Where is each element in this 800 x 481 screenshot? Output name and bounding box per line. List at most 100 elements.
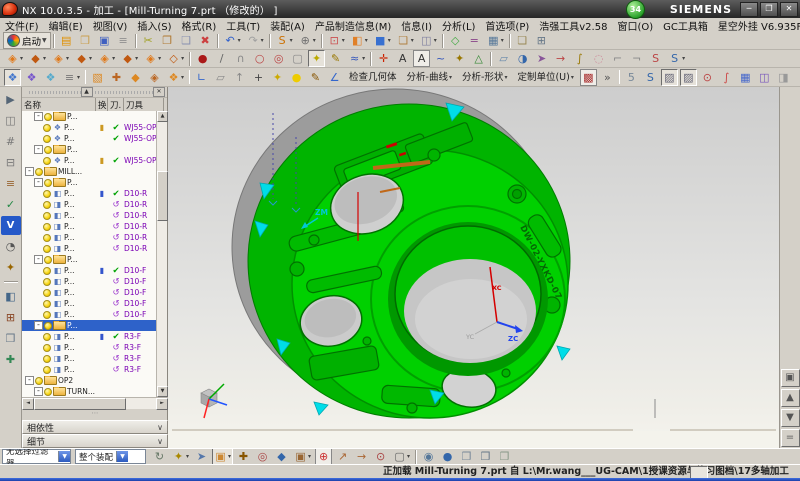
dropdown-arrow-icon[interactable]: ▼ [58,451,70,462]
cut-icon[interactable]: ✂ [140,32,157,49]
rect-select-icon[interactable]: ▢▾ [391,448,412,464]
wand-icon[interactable]: ✦▾ [170,448,191,464]
reuse-library-icon[interactable]: ≡ [1,174,21,193]
create-operation-icon[interactable]: ❖▾ [165,69,186,86]
menu-item-13[interactable]: 窗口(O) [612,18,658,33]
roles-icon[interactable]: ▶ [1,90,21,109]
cam-view-5-icon[interactable]: ◈▾ [96,50,117,67]
cam-view-4-icon[interactable]: ◆▾ [73,50,94,67]
undo-icon[interactable]: ↶▾ [222,32,243,49]
menu-item-12[interactable]: 浩强工具v2.58 [534,18,612,33]
tree-operation-row[interactable]: ◧P...↺D10-R [22,232,158,243]
scroll-down-button[interactable]: ▼ [157,386,168,397]
doc-3-icon[interactable]: ❐ [496,448,513,464]
circle-center-icon[interactable]: ◎ [270,50,287,67]
tree-operation-row[interactable]: ◧P...↺D10-F [22,276,158,287]
tree-operation-row[interactable]: ◨P...▮✔R3-F [22,331,158,342]
generate-toolpath-icon[interactable]: ● [194,50,211,67]
tree-folder-row[interactable]: -P... [22,144,158,155]
analyze-curve[interactable]: 分析-曲线▾ [403,69,456,86]
expand-toggle[interactable]: - [34,145,43,154]
dependencies-panel-header[interactable]: 相依性 ∨ [22,420,168,434]
create-tool-icon[interactable]: ✚ [108,69,125,86]
refresh-icon[interactable]: ↻ [151,448,168,464]
cam-view-2-icon[interactable]: ◆▾ [27,50,48,67]
redo-icon[interactable]: ↷▾ [245,32,266,49]
select-group-2-icon[interactable]: ❖ [23,69,40,86]
fit-view-icon[interactable]: ⊡▾ [326,32,347,49]
vp-fit-icon[interactable]: = [781,429,800,447]
pencil-icon[interactable]: ✎ [307,69,324,86]
hatch-1-icon[interactable]: ▨ [661,69,678,86]
tree-operation-row[interactable]: ◧P...↺D10-F [22,287,158,298]
lamp-icon[interactable]: ● [288,69,305,86]
navigator-grip[interactable]: ▲ ✕ [22,87,167,98]
vp-page-icon[interactable]: ▣ [781,369,800,387]
vp-scroll-down-icon[interactable]: ▼ [781,409,800,427]
circle-icon[interactable]: ○ [251,50,268,67]
plus-red-icon[interactable]: ⊕ [315,448,332,464]
corner-2-icon[interactable]: ¬ [628,50,645,67]
menu-item-2[interactable]: 编辑(E) [44,18,88,33]
tree-operation-row[interactable]: ◨P...↺R3-F [22,342,158,353]
polygon-icon[interactable]: △ [470,50,487,67]
cam-view-7-icon[interactable]: ◈▾ [142,50,163,67]
paste-icon[interactable]: ❑ [178,32,195,49]
layout-icon[interactable]: ◫▾ [418,32,439,49]
box-gray-icon[interactable]: ◨ [775,69,792,86]
rectangle-icon[interactable]: ▢ [289,50,306,67]
select-group-1-icon[interactable]: ❖ [4,69,21,86]
close-button[interactable]: ✕ [780,2,798,17]
eye-icon[interactable]: ◉ [420,448,437,464]
vp-scroll-up-icon[interactable]: ▲ [781,389,800,407]
scroll-up-button[interactable]: ▲ [157,111,168,122]
check-geometry[interactable]: 检查几何体 [345,69,401,86]
machine-tool-navigator-icon[interactable]: ⊞ [1,308,21,327]
gem-icon[interactable]: ◆ [273,448,290,464]
axis-up-icon[interactable]: ↑ [231,69,248,86]
expression-icon[interactable]: = [466,32,483,49]
column-header-4[interactable]: 刀具 [124,98,164,112]
tree-folder-row[interactable]: -TURN... [22,386,158,397]
tree-folder-row[interactable]: -P... [22,177,158,188]
curve-s1-icon[interactable]: S [647,50,664,67]
angle-icon[interactable]: ∠ [326,69,343,86]
cam-view-6-icon[interactable]: ◆▾ [119,50,140,67]
expand-toggle[interactable]: - [25,376,34,385]
tree-operation-row[interactable]: ◧P...↺D10-R [22,210,158,221]
profile-icon[interactable]: ✎ [327,50,344,67]
s5-tool-icon[interactable]: 5 [623,69,640,86]
tree-operation-row[interactable]: ❖P...▮✔WJ55-OP1 [22,155,158,166]
expand-toggle[interactable]: - [34,321,43,330]
arrow-extend-icon[interactable]: → [552,50,569,67]
line-icon[interactable]: / [213,50,230,67]
arc-icon[interactable]: ∩ [232,50,249,67]
tree-operation-row[interactable]: ◨P...↺D10-R [22,199,158,210]
menu-item-6[interactable]: 工具(T) [221,18,265,33]
select-group-3-icon[interactable]: ❖ [42,69,59,86]
restore-button[interactable]: ❐ [760,2,778,17]
menu-item-9[interactable]: 信息(I) [396,18,437,33]
tree-operation-row[interactable]: ❖P...✔WJ55-OP1 [22,133,158,144]
web-browser-icon[interactable]: V [1,216,21,235]
template-studio-icon[interactable]: ❒ [1,329,21,348]
box-purple-icon[interactable]: ◫ [756,69,773,86]
full-screen-icon[interactable]: ⊞ [533,32,550,49]
snapshot-icon[interactable]: ▦▾ [485,32,506,49]
tree-operation-row[interactable]: ❖P...▮✔WJ55-OP1 [22,122,158,133]
analyze-shape[interactable]: 分析-形状▾ [458,69,511,86]
point-tool-icon[interactable]: ⊕▾ [297,32,318,49]
tree-operation-row[interactable]: ◧P...↺D10-F [22,309,158,320]
sparkle-icon[interactable]: ✦ [269,69,286,86]
menu-item-1[interactable]: 文件(F) [0,18,44,33]
plus-icon[interactable]: ✚ [235,448,252,464]
column-header-1[interactable]: 名称 [22,98,96,112]
new-file-icon[interactable]: ▤ [58,32,75,49]
scope-box-icon[interactable]: ▣▾ [292,448,313,464]
grid-blue-icon[interactable]: ▦ [737,69,754,86]
open-file-icon[interactable]: ❒ [77,32,94,49]
constraint-navigator-icon[interactable]: # [1,132,21,151]
window-cascade-icon[interactable]: ❏ [514,32,531,49]
datum-icon[interactable]: ◇ [447,32,464,49]
menu-item-8[interactable]: 产品制造信息(M) [310,18,396,33]
